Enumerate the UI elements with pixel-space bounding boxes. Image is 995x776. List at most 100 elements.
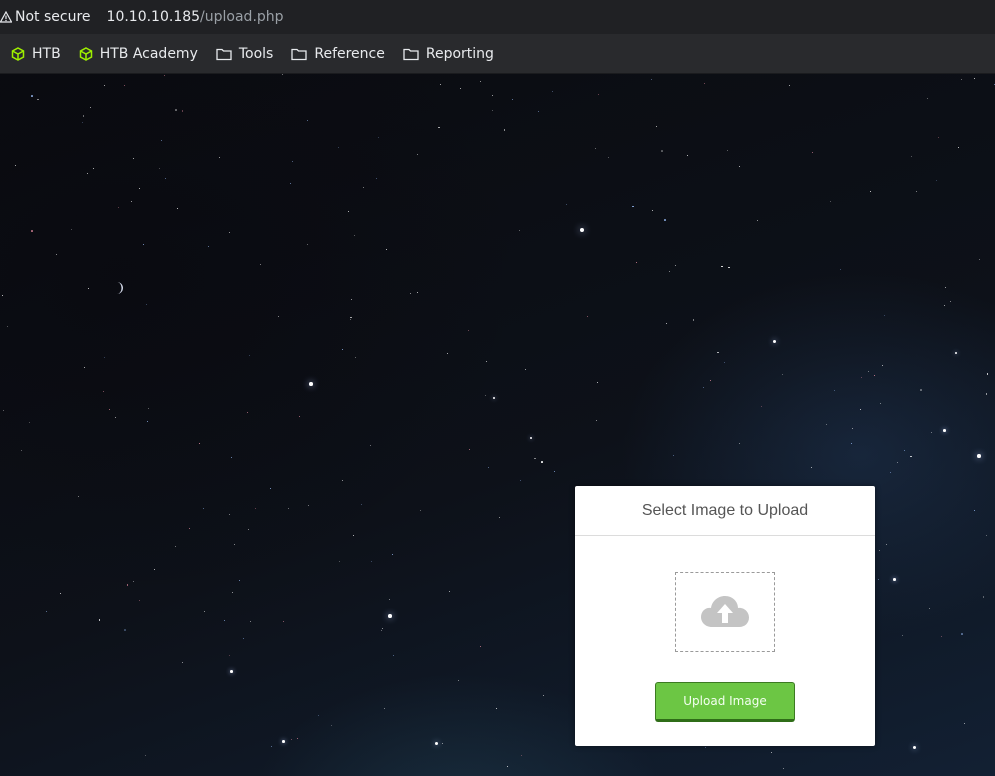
star <box>664 219 666 221</box>
star <box>635 261 637 263</box>
htb-cube-icon <box>11 46 25 61</box>
star <box>308 504 310 506</box>
star <box>487 466 489 468</box>
star <box>530 437 532 439</box>
star <box>230 670 233 673</box>
star <box>773 340 776 343</box>
address-bar[interactable]: Not secure 10.10.10.185/upload.php <box>0 0 995 34</box>
star <box>449 591 451 593</box>
url-text[interactable]: 10.10.10.185/upload.php <box>107 9 284 25</box>
star <box>879 549 881 551</box>
star <box>330 724 332 726</box>
folder-icon <box>216 48 232 60</box>
star <box>668 270 670 272</box>
star <box>886 544 888 546</box>
cloud-upload-icon <box>701 596 749 627</box>
bookmark-htb-academy[interactable]: HTB Academy <box>68 40 205 68</box>
star <box>852 427 854 429</box>
star <box>597 381 599 383</box>
star <box>6 325 8 327</box>
star <box>868 371 870 373</box>
star <box>518 230 520 232</box>
star <box>14 164 16 166</box>
star <box>941 635 943 637</box>
security-label: Not secure <box>15 9 91 25</box>
star <box>139 600 141 602</box>
star <box>148 407 150 409</box>
star <box>727 266 730 269</box>
star <box>174 545 176 547</box>
star <box>566 203 568 205</box>
star <box>123 84 125 86</box>
star <box>839 269 841 271</box>
star <box>1 295 3 297</box>
star <box>492 94 494 96</box>
star <box>709 379 711 381</box>
star <box>632 205 634 208</box>
security-indicator[interactable]: Not secure <box>0 9 91 25</box>
star <box>540 461 543 464</box>
star <box>957 147 959 149</box>
star <box>354 356 356 358</box>
star <box>231 591 233 593</box>
star <box>938 136 940 138</box>
bookmark-label: Reporting <box>425 45 494 62</box>
star <box>242 637 244 639</box>
star <box>260 263 262 265</box>
star <box>290 183 292 185</box>
star <box>86 173 88 175</box>
bookmark-htb[interactable]: HTB <box>0 40 68 68</box>
star <box>874 374 876 376</box>
star <box>469 448 471 450</box>
star <box>126 583 129 586</box>
image-dropzone[interactable] <box>675 572 775 652</box>
star <box>291 160 293 162</box>
star <box>978 259 980 261</box>
star <box>144 754 146 756</box>
star <box>901 634 903 636</box>
star <box>78 496 80 498</box>
bookmark-reference[interactable]: Reference <box>280 40 392 68</box>
upload-image-button[interactable]: Upload Image <box>655 682 795 722</box>
star <box>861 376 863 378</box>
star <box>348 211 350 213</box>
star <box>117 206 119 208</box>
folder-icon <box>291 48 308 60</box>
star <box>338 561 340 563</box>
star <box>384 708 386 710</box>
star <box>147 421 149 423</box>
star <box>282 740 285 743</box>
star <box>299 416 301 418</box>
bookmark-reporting[interactable]: Reporting <box>392 40 501 68</box>
star <box>435 742 438 745</box>
star <box>595 147 597 149</box>
star <box>114 416 116 418</box>
star <box>943 304 945 306</box>
star <box>350 298 352 300</box>
star <box>511 98 513 100</box>
star <box>20 449 22 451</box>
star <box>438 126 440 129</box>
star <box>985 535 987 537</box>
bookmark-tools[interactable]: Tools <box>205 40 281 68</box>
star <box>834 389 836 391</box>
star <box>493 397 495 399</box>
star <box>903 449 905 451</box>
star <box>468 329 470 331</box>
star <box>484 394 486 396</box>
star <box>498 516 500 518</box>
star <box>163 74 165 76</box>
star <box>255 507 257 509</box>
star <box>440 83 442 85</box>
star <box>739 443 741 445</box>
bookmark-label: HTB <box>32 45 61 62</box>
star <box>228 232 230 234</box>
htb-cube-icon <box>79 46 92 61</box>
star <box>410 292 412 294</box>
star <box>666 322 668 324</box>
star <box>883 315 885 317</box>
star <box>204 611 206 613</box>
star <box>826 424 827 426</box>
star <box>381 629 383 631</box>
star <box>188 528 190 530</box>
